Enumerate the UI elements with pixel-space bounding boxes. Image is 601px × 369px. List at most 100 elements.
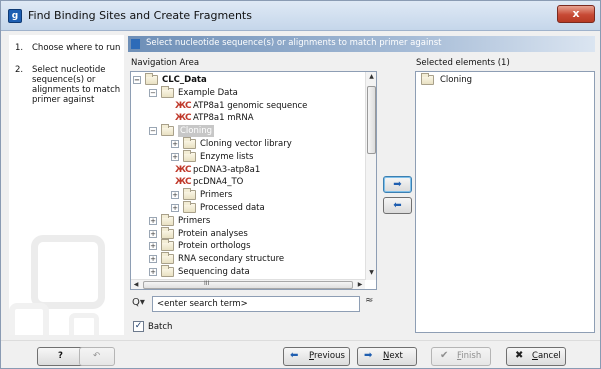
tree-item[interactable]: ЖС ATP8a1 genomic sequence (131, 100, 365, 112)
next-button[interactable]: ➡ Next (357, 347, 417, 366)
tree-item-label: Example Data (178, 87, 238, 98)
expand-icon[interactable]: + (149, 216, 157, 225)
search-row: Q▾ <enter search term> ≈ (132, 295, 378, 313)
tree-item[interactable]: + Primers (131, 188, 365, 201)
tree-item[interactable]: + Cloning vector library (131, 137, 365, 150)
help-icon: ? (58, 351, 63, 361)
expand-icon[interactable]: + (171, 152, 179, 161)
tree-item[interactable]: − CLC_Data (131, 73, 365, 86)
tree-item-label: Cloning (178, 125, 215, 138)
finish-label: inish (461, 351, 482, 361)
help-button[interactable]: ? (37, 347, 85, 366)
watermark-shape (31, 235, 105, 309)
tree-item-label: CLC_Data (162, 75, 207, 85)
scroll-right-icon[interactable]: ▶ (355, 280, 365, 290)
expand-icon[interactable]: + (149, 255, 157, 264)
expand-icon[interactable]: + (149, 242, 157, 251)
tree-item[interactable]: + Protein analyses (131, 226, 365, 240)
folder-icon (161, 252, 174, 265)
folder-icon (183, 137, 196, 149)
tree-item-label: pcDNA4_TO (193, 177, 244, 188)
watermark-shape (69, 313, 99, 335)
scroll-down-icon[interactable]: ▼ (366, 268, 377, 278)
sequence-icon: ЖС (175, 177, 192, 188)
search-input[interactable]: <enter search term> (152, 296, 360, 312)
tree-item-label: Enzyme lists (200, 151, 254, 162)
previous-button[interactable]: ⬅ Previous (283, 347, 350, 366)
tree-item[interactable]: ЖС pcDNA3-atp8a1 (131, 164, 365, 176)
folder-icon (183, 201, 196, 213)
tree-horizontal-scrollbar[interactable]: ◀ III ▶ (131, 279, 365, 289)
tree-item[interactable]: ЖС pcDNA4_TO (131, 176, 365, 188)
expand-icon[interactable]: + (171, 204, 179, 212)
expand-icon[interactable]: + (171, 140, 179, 148)
expand-icon[interactable]: + (149, 268, 157, 276)
tree-vertical-scrollbar[interactable]: ▲ ▼ (365, 72, 376, 280)
app-icon: g (8, 9, 22, 23)
tree-item-label: Protein orthologs (178, 241, 251, 252)
folder-icon (145, 73, 158, 85)
folder-icon (421, 73, 434, 85)
finish-button[interactable]: ✔ Finish (431, 347, 491, 366)
tree-item-label: Processed data (200, 203, 265, 213)
collapse-icon[interactable]: − (149, 127, 157, 136)
scroll-thumb[interactable] (367, 86, 376, 154)
step-header-text: Select nucleotide sequence(s) or alignme… (146, 38, 442, 48)
tree-item[interactable]: ЖС ATP8a1 mRNA (131, 112, 365, 124)
collapse-icon[interactable]: − (149, 88, 157, 97)
navigation-tree[interactable]: − CLC_Data − Example Data ЖС ATP8a1 genomic s… (130, 71, 377, 290)
folder-icon (183, 188, 196, 201)
tree-item[interactable]: − Cloning (131, 124, 365, 138)
list-item-label: Cloning (440, 75, 473, 85)
folder-icon (161, 265, 174, 277)
reset-button[interactable]: ↶ (79, 347, 115, 366)
grip-icon: III (204, 280, 210, 287)
folder-icon (161, 213, 174, 226)
tree-item[interactable]: + Processed data (131, 201, 365, 214)
batch-checkbox[interactable]: ✓ (133, 321, 144, 332)
batch-label: Batch (148, 322, 173, 332)
collapse-icon[interactable]: − (133, 76, 141, 84)
previous-icon: ⬅ (290, 350, 299, 361)
tree-item-label: pcDNA3-atp8a1 (193, 164, 261, 175)
tree-item[interactable]: + Sequencing data (131, 265, 365, 278)
finish-icon: ✔ (440, 350, 449, 361)
folder-icon (183, 149, 196, 162)
title-bar: g Find Binding Sites and Create Fragment… (1, 1, 600, 31)
close-button[interactable]: x (557, 5, 595, 23)
next-label: ext (389, 351, 403, 361)
expand-icon[interactable]: + (149, 229, 157, 238)
search-toggle-icon[interactable]: ≈ (365, 295, 373, 306)
step-number: 2. (15, 65, 24, 75)
selected-elements-label: Selected elements (1) (416, 58, 510, 68)
reset-icon: ↶ (93, 351, 101, 361)
scroll-thumb[interactable]: III (143, 280, 353, 289)
cancel-button[interactable]: ✖ Cancel (506, 347, 566, 366)
expand-icon[interactable]: + (171, 191, 179, 200)
tree-item[interactable]: + RNA secondary structure (131, 252, 365, 265)
window-title: Find Binding Sites and Create Fragments (28, 9, 252, 22)
tree-item[interactable]: + Protein orthologs (131, 239, 365, 252)
tree-item-label: Sequencing data (178, 267, 250, 277)
tree-item-label: ATP8a1 mRNA (193, 113, 254, 124)
sequence-icon: ЖС (175, 113, 192, 124)
tree-item[interactable]: + Enzyme lists (131, 149, 365, 163)
header-marker (131, 39, 140, 49)
search-icon[interactable]: Q▾ (132, 297, 145, 308)
tree-item[interactable]: + Primers (131, 213, 365, 227)
folder-icon (161, 226, 174, 239)
add-to-selected-button[interactable]: ➡ (383, 176, 412, 193)
sequence-icon: ЖС (175, 164, 192, 175)
cancel-icon: ✖ (515, 350, 524, 361)
tree-item[interactable]: − Example Data (131, 85, 365, 99)
step-label: Choose where to run (32, 43, 121, 53)
tree-item-label: Primers (200, 190, 233, 201)
remove-from-selected-button[interactable]: ⬅ (383, 197, 412, 214)
scroll-left-icon[interactable]: ◀ (131, 280, 141, 290)
step-number: 1. (15, 43, 24, 53)
tree-item-label: RNA secondary structure (178, 254, 285, 265)
sequence-icon: ЖС (175, 100, 192, 111)
scroll-up-icon[interactable]: ▲ (366, 72, 377, 82)
navigation-area-label: Navigation Area (131, 58, 200, 68)
selected-elements-list[interactable]: Cloning (415, 71, 595, 333)
